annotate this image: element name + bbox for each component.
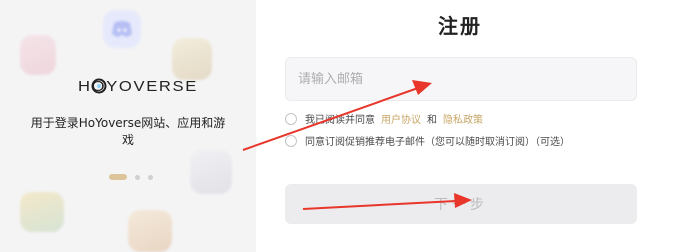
subscribe-label: 同意订阅促销推荐电子邮件（您可以随时取消订阅）（可选） [305,137,570,148]
next-step-button[interactable]: 下一步 [285,184,637,224]
register-page: HOYOVERSE 用于登录HoYoverse网站、应用和游戏 注册 我已阅读并… [0,0,682,252]
user-agreement-link[interactable]: 用户协议 [381,111,421,126]
subscribe-row: 同意订阅促销推荐电子邮件（您可以随时取消订阅）（可选） [285,133,570,148]
carousel-dot[interactable] [135,174,140,180]
discord-avatar [103,10,141,48]
carousel-indicator [109,173,153,181]
character-avatar [20,35,56,75]
email-field-wrapper[interactable] [285,57,637,101]
agreement-prefix: 我已阅读并同意 [305,115,375,126]
agreement-and: 和 [427,115,437,126]
panel-description: 用于登录HoYoverse网站、应用和游戏 [30,116,226,147]
promo-panel: HOYOVERSE 用于登录HoYoverse网站、应用和游戏 [0,0,256,252]
email-input[interactable] [298,71,636,87]
subscribe-checkbox[interactable] [285,134,297,147]
logo-text: HOYOVERSE [78,78,198,95]
character-avatar [20,192,64,232]
character-avatar [190,150,232,194]
page-title: 注册 [438,14,482,38]
agreement-checkbox[interactable] [285,112,297,125]
character-avatar [128,210,172,252]
carousel-dot[interactable] [148,174,153,180]
hoyoverse-logo: HOYOVERSE [78,74,198,100]
privacy-policy-link[interactable]: 隐私政策 [443,111,483,126]
carousel-dot-active[interactable] [109,174,127,180]
agreement-row: 我已阅读并同意 用户协议 和 隐私政策 [285,111,483,126]
discord-icon [112,21,132,37]
